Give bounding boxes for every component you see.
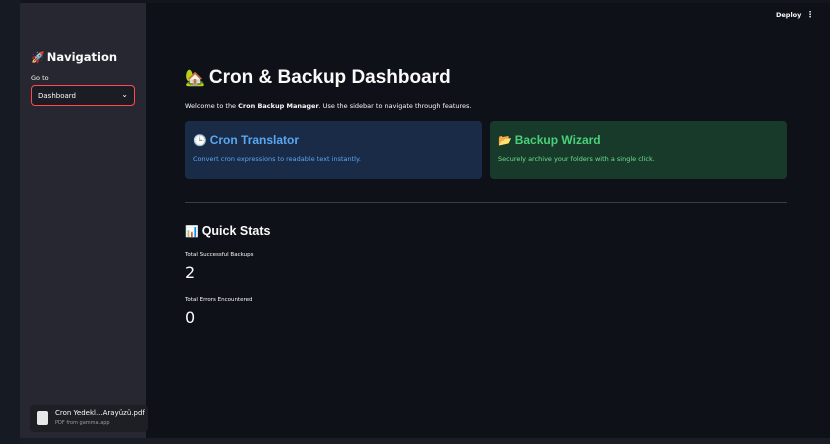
divider xyxy=(185,202,787,203)
page-select[interactable]: Dashboard ⌄ xyxy=(31,85,135,106)
cron-translator-description: Convert cron expressions to readable tex… xyxy=(193,155,361,163)
backup-wizard-title-text: Backup Wizard xyxy=(514,133,601,147)
folder-icon: 📂 xyxy=(498,135,512,147)
page-title-text: Cron & Backup Dashboard xyxy=(208,67,451,88)
main-menu-icon[interactable]: ⋮ xyxy=(806,10,814,19)
page-select-value: Dashboard xyxy=(38,91,76,100)
goto-label: Go to xyxy=(31,74,49,82)
sidebar: 🚀 Navigation Go to Dashboard ⌄ xyxy=(20,3,146,438)
download-filename: Cron Yedekl...Arayüzü.pdf xyxy=(55,409,145,417)
backup-wizard-description: Securely archive your folders with a sin… xyxy=(498,155,655,163)
metric-label-errors: Total Errors Encountered xyxy=(185,297,253,303)
cron-translator-card: 🕒 Cron Translator Convert cron expression… xyxy=(185,121,482,179)
welcome-prefix: Welcome to the xyxy=(185,102,239,110)
deploy-button[interactable]: Deploy xyxy=(776,11,801,19)
screen-frame-left xyxy=(0,0,20,444)
welcome-suffix: . Use the sidebar to navigate through fe… xyxy=(318,102,472,110)
metric-label-backups: Total Successful Backups xyxy=(185,252,254,258)
document-icon xyxy=(37,411,48,425)
chevron-down-icon: ⌄ xyxy=(121,90,128,99)
metric-value-backups: 2 xyxy=(185,263,196,282)
backup-wizard-title: 📂 Backup Wizard xyxy=(498,133,779,147)
welcome-bold: Cron Backup Manager xyxy=(238,102,319,110)
rocket-icon: 🚀 xyxy=(31,51,45,64)
screen-frame-bottom xyxy=(20,438,830,444)
sidebar-title-text: Navigation xyxy=(46,50,118,64)
download-toast[interactable]: Cron Yedekl...Arayüzü.pdf PDF from gamma… xyxy=(30,405,148,432)
bar-chart-icon: 📊 xyxy=(185,226,199,238)
clock-icon: 🕒 xyxy=(193,135,207,147)
sidebar-title: 🚀 Navigation xyxy=(31,50,117,64)
welcome-text: Welcome to the Cron Backup Manager. Use … xyxy=(185,102,472,110)
download-source: PDF from gamma.app xyxy=(55,420,110,426)
metric-value-errors: 0 xyxy=(185,308,196,327)
backup-wizard-card: 📂 Backup Wizard Securely archive your fol… xyxy=(490,121,787,179)
main-content: Deploy ⋮ 🏡 Cron & Backup Dashboard Welcom… xyxy=(146,3,830,438)
house-icon: 🏡 xyxy=(185,70,205,87)
quick-stats-title-text: Quick Stats xyxy=(201,224,271,238)
cron-translator-title: 🕒 Cron Translator xyxy=(193,133,474,147)
page-title: 🏡 Cron & Backup Dashboard xyxy=(185,67,451,89)
cron-translator-title-text: Cron Translator xyxy=(209,133,300,147)
quick-stats-title: 📊 Quick Stats xyxy=(185,224,270,238)
